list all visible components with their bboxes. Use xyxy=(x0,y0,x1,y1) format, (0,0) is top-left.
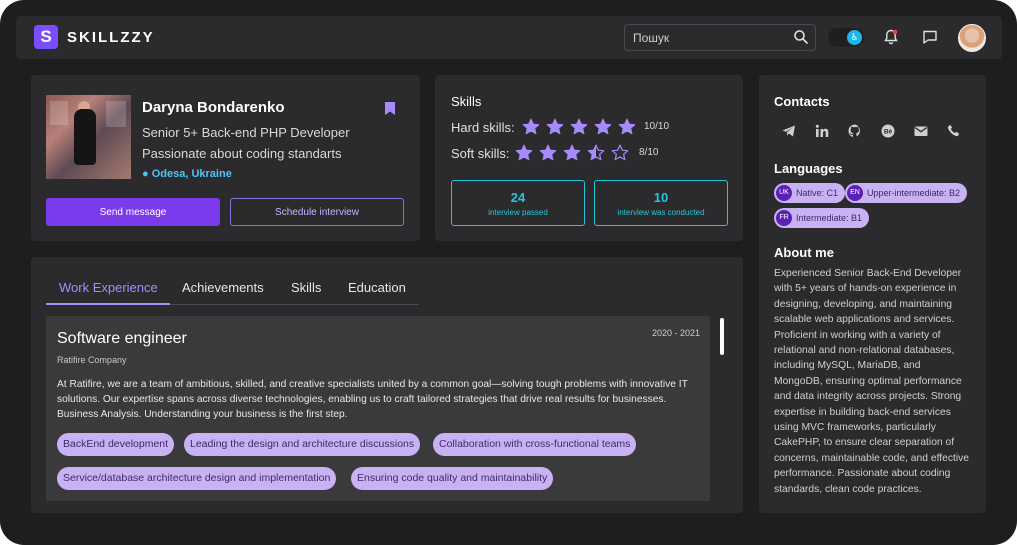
accessibility-toggle[interactable]: ♿ xyxy=(828,28,864,47)
hard-skills-rating xyxy=(522,118,636,136)
profile-location: ● Odesa, Ukraine xyxy=(142,168,232,180)
location-label: Odesa, Ukraine xyxy=(151,168,232,180)
about-title: About me xyxy=(774,245,834,260)
telegram-icon[interactable] xyxy=(781,123,797,139)
language-level: Upper-intermediate: B2 xyxy=(867,188,961,198)
job-dates: 2020 - 2021 xyxy=(651,328,700,338)
star-icon xyxy=(594,118,612,135)
email-icon[interactable] xyxy=(913,123,929,139)
soft-skills-rating xyxy=(515,144,629,162)
language-level: Native: C1 xyxy=(796,188,839,198)
interviews-passed-stat: 24 interview passed xyxy=(451,180,585,226)
language-chip: EN Upper-intermediate: B2 xyxy=(845,183,968,203)
chat-icon[interactable] xyxy=(921,28,939,46)
star-icon xyxy=(611,144,629,161)
star-icon xyxy=(539,144,557,161)
about-text: Experienced Senior Back-End Developer wi… xyxy=(774,268,970,495)
language-code: UK xyxy=(776,185,792,201)
active-tab-indicator xyxy=(46,303,170,305)
linkedin-icon[interactable] xyxy=(814,123,830,139)
bookmark-icon[interactable] xyxy=(385,102,395,115)
location-pin-icon: ● xyxy=(142,168,149,180)
search-input[interactable] xyxy=(624,24,816,51)
profile-name: Daryna Bondarenko xyxy=(142,99,285,116)
star-icon xyxy=(563,144,581,161)
language-code: EN xyxy=(847,185,863,201)
interviews-conducted-stat: 10 interview was conducted xyxy=(594,180,728,226)
star-icon xyxy=(515,144,533,161)
interviews-conducted-label: interview was conducted xyxy=(617,208,705,217)
tab-achievements[interactable]: Achievements xyxy=(182,280,264,295)
job-title: Software engineer xyxy=(57,330,187,347)
top-bar: S SKILLZZY ♿ xyxy=(16,16,1002,59)
svg-text:Bē: Bē xyxy=(884,129,893,136)
tab-bar: Work Experience Achievements Skills Educ… xyxy=(46,276,419,305)
soft-skills-label: Soft skills: xyxy=(451,146,510,161)
tab-skills[interactable]: Skills xyxy=(291,280,321,295)
user-avatar[interactable] xyxy=(958,24,986,52)
interviews-passed-label: interview passed xyxy=(488,208,548,217)
contacts-title: Contacts xyxy=(774,94,830,109)
skills-title: Skills xyxy=(451,94,482,109)
github-icon[interactable] xyxy=(847,123,863,139)
skill-tag: BackEnd development xyxy=(57,433,175,456)
language-level: Intermediate: B1 xyxy=(796,213,863,223)
star-icon xyxy=(522,118,540,135)
accessibility-icon: ♿ xyxy=(847,30,862,45)
scrollbar[interactable] xyxy=(720,316,724,501)
interviews-conducted-count: 10 xyxy=(653,190,669,205)
star-icon xyxy=(587,144,605,161)
skill-tag: Ensuring code quality and maintainabilit… xyxy=(351,467,554,490)
language-code: FR xyxy=(776,210,792,226)
logo-text: SKILLZZY xyxy=(67,29,155,46)
skill-tag: Service/database architecture design and… xyxy=(57,467,337,490)
tab-education[interactable]: Education xyxy=(348,280,406,295)
info-sidebar: Contacts Bē Languages UK Native: C1 EN U… xyxy=(759,75,986,513)
company-name: Ratifire Company xyxy=(57,355,127,365)
contacts-icons: Bē xyxy=(781,123,962,139)
profile-role: Senior 5+ Back-end PHP Developer xyxy=(142,125,350,140)
search-icon[interactable] xyxy=(793,29,809,45)
interviews-passed-count: 24 xyxy=(510,190,526,205)
skill-tag: Leading the design and architecture disc… xyxy=(184,433,421,456)
behance-icon[interactable]: Bē xyxy=(880,123,896,139)
scrollbar-thumb[interactable] xyxy=(720,318,724,355)
hard-skills-label: Hard skills: xyxy=(451,120,515,135)
hard-skills-score: 10/10 xyxy=(644,121,670,132)
languages-title: Languages xyxy=(774,161,843,176)
profile-card: Daryna Bondarenko Senior 5+ Back-end PHP… xyxy=(31,75,420,241)
app-window: S SKILLZZY ♿ Daryna Bondarenko xyxy=(0,0,1017,545)
send-message-button[interactable]: Send message xyxy=(46,198,220,226)
language-chip: FR Intermediate: B1 xyxy=(774,208,870,228)
language-chip: UK Native: C1 xyxy=(774,183,846,203)
tab-work-experience[interactable]: Work Experience xyxy=(59,280,158,295)
experience-panel: Work Experience Achievements Skills Educ… xyxy=(31,257,743,513)
soft-skills-score: 8/10 xyxy=(639,147,659,158)
experience-item: Software engineer 2020 - 2021 Ratifire C… xyxy=(46,316,710,501)
job-description: At Ratifire, we are a team of ambitious,… xyxy=(57,379,688,420)
skill-tag: Collaboration with cross-functional team… xyxy=(433,433,637,456)
star-icon xyxy=(570,118,588,135)
star-icon xyxy=(618,118,636,135)
logo-icon: S xyxy=(34,25,58,49)
skills-card: Skills Hard skills: 10/10 Soft skills: 8… xyxy=(435,75,743,241)
profile-tagline: Passionate about coding standarts xyxy=(142,146,342,161)
phone-icon[interactable] xyxy=(946,123,962,139)
profile-photo xyxy=(46,95,131,179)
bell-icon[interactable] xyxy=(882,28,900,46)
star-icon xyxy=(546,118,564,135)
schedule-interview-button[interactable]: Schedule interview xyxy=(230,198,404,226)
